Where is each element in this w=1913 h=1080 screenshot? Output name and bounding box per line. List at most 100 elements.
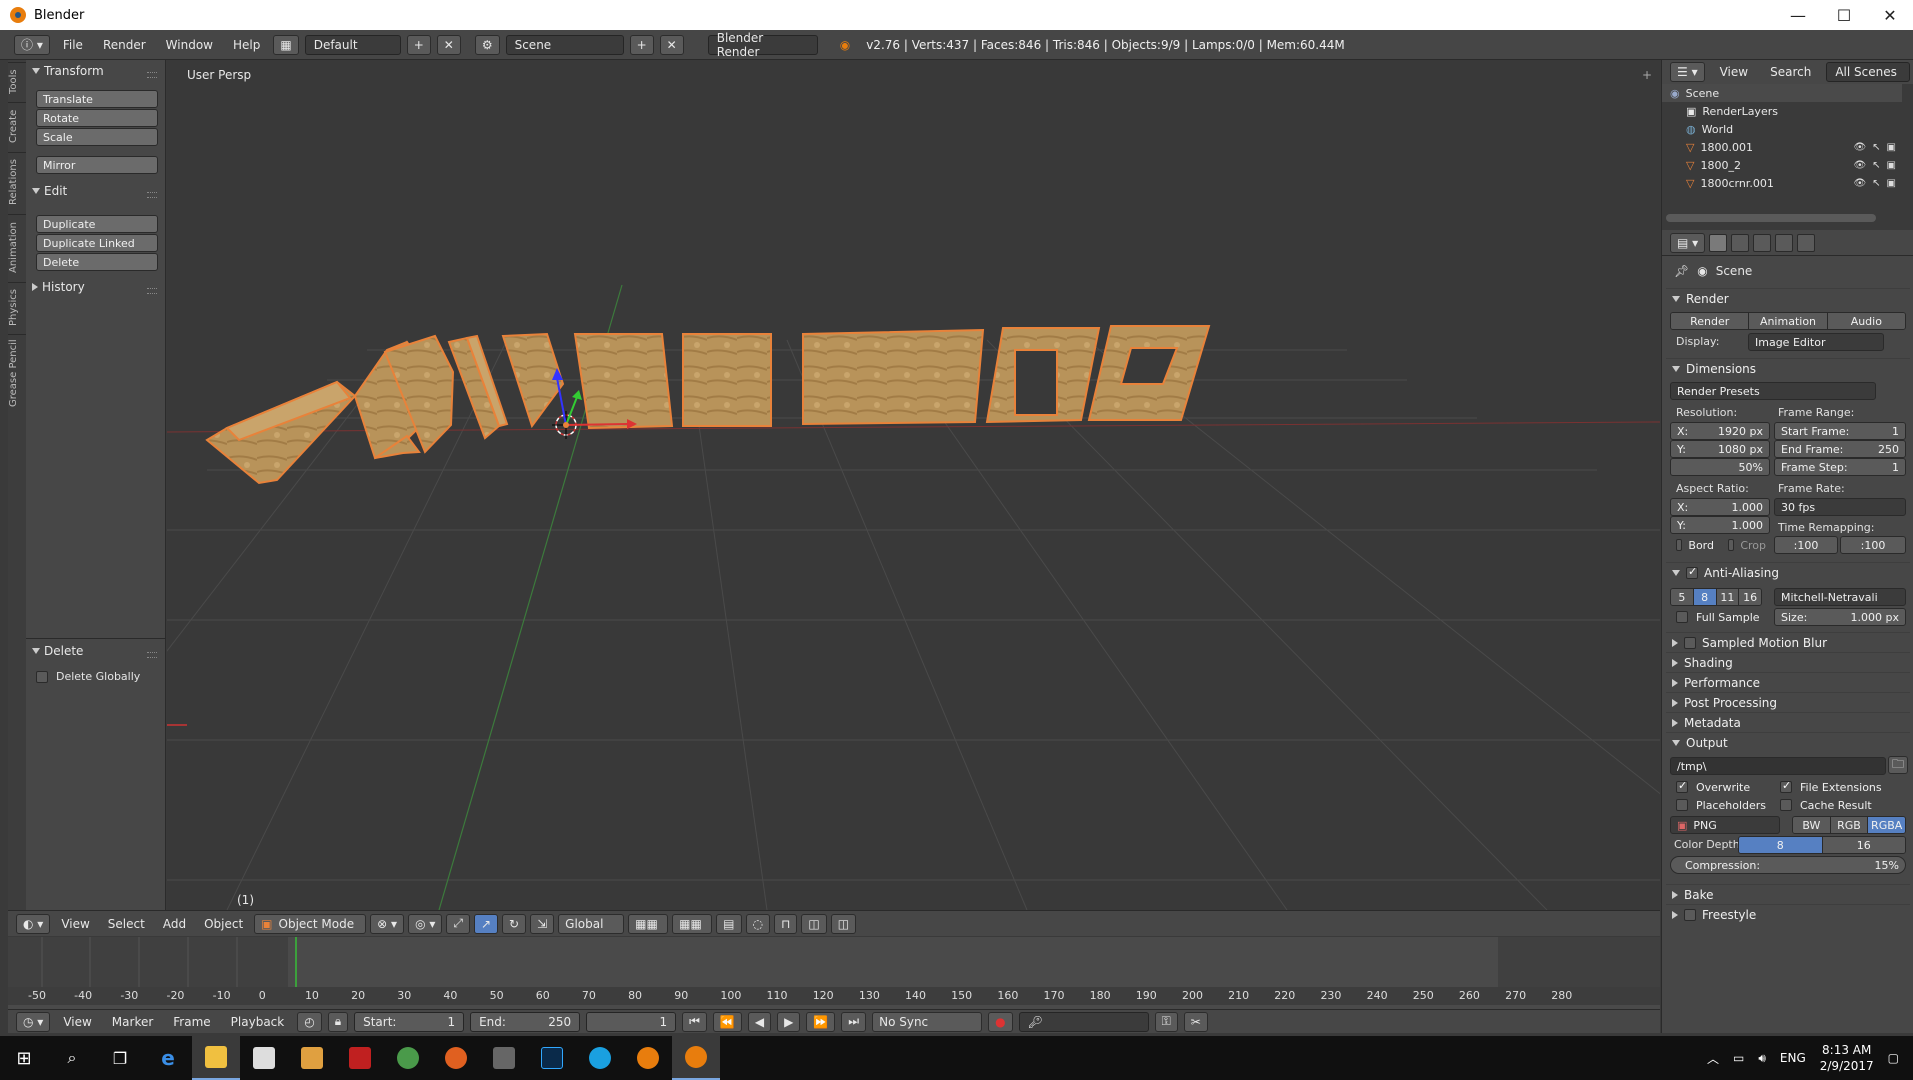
jump-start-icon[interactable]: ⏮ (682, 1011, 707, 1032)
timeline-area[interactable] (8, 937, 1660, 987)
grip-icon[interactable] (147, 288, 157, 294)
render-engine-select[interactable]: Blender Render (707, 31, 818, 59)
minimize-button[interactable]: — (1775, 0, 1821, 30)
layers-icon[interactable]: ▦▦ (628, 913, 669, 934)
play-icon[interactable]: ▶ (777, 1011, 801, 1032)
blender-active-icon[interactable] (672, 1036, 720, 1080)
performance-section-header[interactable]: Performance (1666, 672, 1910, 692)
display-select[interactable]: Image Editor (1748, 333, 1884, 351)
overwrite-checkbox[interactable] (1676, 779, 1688, 793)
render-layers-tab-icon[interactable] (1731, 233, 1750, 252)
outliner-row-object[interactable]: ▽ 1800.001 👁︎ ↖ ▣ (1662, 138, 1902, 156)
tab-animation[interactable]: Animation (8, 214, 26, 280)
anti-aliasing-section-header[interactable]: Anti-Aliasing (1666, 562, 1910, 582)
world-tab-icon[interactable] (1775, 233, 1794, 252)
render-camera-icon[interactable]: ▣ (1887, 160, 1896, 171)
color-depth-16[interactable]: 16 (1822, 837, 1905, 853)
border-option[interactable]: Bord (1670, 536, 1720, 554)
history-panel-header[interactable]: History (32, 280, 85, 294)
pivot-icon[interactable]: ◎ ▾ (408, 913, 443, 934)
timeline[interactable]: -50 -40 -30 -20 -10 0 10 20 30 40 50 60 70 80 90 100 110… (8, 937, 1660, 1009)
aa-sample-8[interactable]: 8 (1693, 589, 1717, 605)
store-icon[interactable] (240, 1036, 288, 1080)
grip-icon[interactable] (147, 652, 157, 658)
output-path-field[interactable]: /tmp\ (1670, 757, 1886, 775)
output-section-header[interactable]: Output (1666, 732, 1910, 752)
menu-add[interactable]: Add (156, 917, 193, 931)
menu-view[interactable]: View (54, 917, 96, 931)
render-anim-icon[interactable]: ◫ (830, 913, 857, 934)
viewport-scene[interactable] (167, 60, 1660, 910)
frame-step-field[interactable]: Frame Step: 1 (1774, 458, 1906, 476)
edge-browser-icon[interactable]: e (144, 1036, 192, 1080)
animation-button[interactable]: Animation (1749, 313, 1828, 329)
outliner[interactable]: ☰ ▾ View Search All Scenes ◉ Scene ▣ Ren… (1661, 60, 1913, 230)
motion-blur-checkbox[interactable] (1684, 636, 1696, 649)
resolution-x-field[interactable]: X: 1920 px (1670, 422, 1770, 440)
render-camera-icon[interactable]: ▣ (1887, 142, 1896, 153)
menu-help[interactable]: Help (226, 38, 267, 52)
select-arrow-icon[interactable]: ↖ (1872, 160, 1880, 171)
scene-tab-icon[interactable] (1753, 233, 1772, 252)
insert-key-icon[interactable]: ⚿ (1154, 1011, 1178, 1032)
render-still-icon[interactable]: ◫ (801, 913, 827, 934)
orientation-select[interactable]: Global (558, 913, 625, 934)
scale-button[interactable]: Scale (36, 128, 158, 146)
layers-2-icon[interactable]: ▦▦ (672, 913, 713, 934)
editor-type-properties-icon[interactable]: ▤ ▾ (1670, 232, 1706, 253)
delete-button[interactable]: Delete (36, 253, 158, 271)
grip-icon[interactable] (147, 192, 157, 198)
file-explorer-icon[interactable] (192, 1036, 240, 1080)
editor-type-timeline-icon[interactable]: ◷ ▾ (16, 1011, 51, 1032)
grip-icon[interactable] (147, 72, 157, 78)
dimensions-section-header[interactable]: Dimensions (1666, 358, 1910, 378)
outliner-row-scene[interactable]: ◉ Scene (1662, 84, 1902, 102)
placeholders-checkbox[interactable] (1676, 799, 1688, 811)
photoshop-icon[interactable] (528, 1036, 576, 1080)
texture-tab-icon[interactable] (1797, 233, 1816, 252)
aa-size-field[interactable]: Size: 1.000 px (1774, 608, 1906, 626)
editor-type-3d-icon[interactable]: ◐ ▾ (16, 913, 51, 934)
aspect-x-field[interactable]: X: 1.000 (1670, 498, 1770, 516)
start-frame-field[interactable]: Start Frame: 1 (1774, 422, 1906, 440)
play-reverse-icon[interactable]: ◀ (747, 1011, 772, 1032)
tab-tools[interactable]: Tools (8, 62, 26, 100)
menu-file[interactable]: File (56, 38, 90, 52)
overwrite-option[interactable]: Overwrite (1670, 778, 1780, 796)
start-frame-field[interactable]: Start: 1 (354, 1011, 465, 1032)
lock-camera-icon[interactable]: ▤ (716, 913, 742, 934)
menu-object[interactable]: Object (197, 917, 250, 931)
start-button[interactable]: ⊞ (0, 1036, 48, 1080)
skype-icon[interactable] (576, 1036, 624, 1080)
task-view-icon[interactable]: ❐ (96, 1036, 144, 1080)
motion-blur-section-header[interactable]: Sampled Motion Blur (1666, 632, 1910, 652)
keying-set-field[interactable]: 🔑︎ (1018, 1011, 1149, 1032)
outliner-scrollbar[interactable] (1666, 214, 1876, 222)
search-icon[interactable]: ⌕ (48, 1036, 96, 1080)
freestyle-checkbox[interactable] (1684, 908, 1696, 921)
outliner-row-object[interactable]: ▽ 1800crnr.001 👁︎ ↖ ▣ (1662, 174, 1902, 192)
transform-panel-header[interactable]: Transform (32, 64, 104, 78)
firefox-icon[interactable] (432, 1036, 480, 1080)
lock-icon[interactable]: 🔒︎ (327, 1011, 349, 1032)
border-checkbox[interactable] (1676, 539, 1683, 551)
pin-icon[interactable]: 📌︎ (1674, 264, 1689, 278)
rotate-button[interactable]: Rotate (36, 109, 158, 127)
scene-icon[interactable]: ⚙ (474, 34, 500, 55)
layout-remove-icon[interactable]: ✕ (436, 34, 461, 55)
properties-editor[interactable]: ▤ ▾ 📌︎ ◉ Scene Render Render Animation A… (1661, 230, 1913, 1033)
properties-toggle-icon[interactable]: + (1642, 68, 1654, 82)
jump-end-icon[interactable]: ⏭ (841, 1011, 867, 1032)
tray-chevron-icon[interactable]: ︿ (1707, 1050, 1719, 1067)
layout-add-icon[interactable]: + (406, 34, 431, 55)
anti-aliasing-checkbox[interactable] (1686, 565, 1698, 579)
freestyle-section-header[interactable]: Freestyle (1666, 904, 1910, 924)
outliner-menu-search[interactable]: Search (1763, 65, 1818, 79)
crop-checkbox[interactable] (1728, 539, 1735, 551)
delete-key-icon[interactable]: ✂ (1183, 1011, 1208, 1032)
placeholders-option[interactable]: Placeholders (1670, 796, 1780, 814)
editor-type-info-icon[interactable]: ⓘ ▾ (14, 34, 50, 55)
full-sample-checkbox[interactable] (1676, 611, 1688, 623)
operator-panel-header[interactable]: Delete (32, 644, 83, 658)
outliner-row-object[interactable]: ▽ 1800_2 👁︎ ↖ ▣ (1662, 156, 1902, 174)
